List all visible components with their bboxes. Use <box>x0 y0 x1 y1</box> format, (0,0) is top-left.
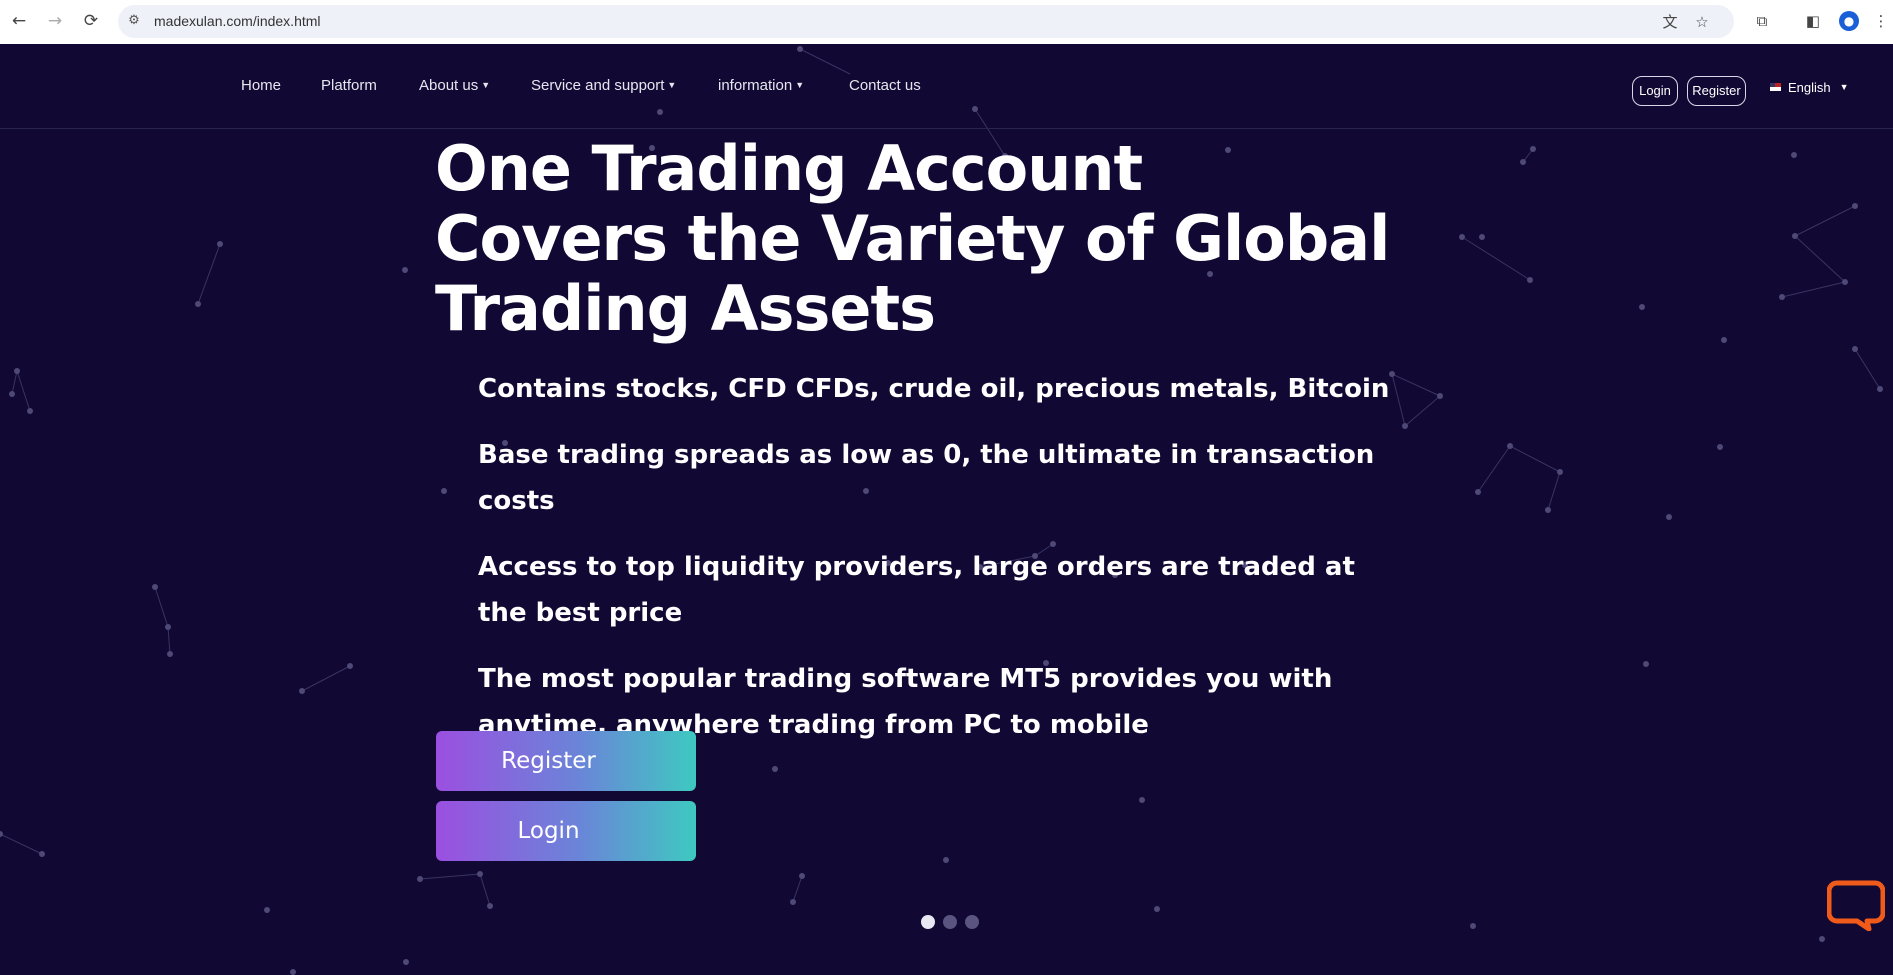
reload-icon[interactable]: ⟳ <box>80 10 102 32</box>
address-bar[interactable]: ⚙ madexulan.com/index.html 文 ☆ <box>118 5 1734 38</box>
header-login-button[interactable]: Login <box>1632 76 1678 106</box>
language-label: English <box>1788 80 1831 95</box>
chevron-down-icon: ▼ <box>1839 82 1849 92</box>
nav-service-support[interactable]: Service and support ▼ <box>531 77 676 94</box>
nav-information-label: information <box>718 77 793 94</box>
site-header: Home Platform About us ▼ Service and supp… <box>0 44 1893 129</box>
hero-title: One Trading Account Covers the Variety o… <box>435 132 1390 345</box>
url-text[interactable]: madexulan.com/index.html <box>154 5 321 38</box>
chevron-down-icon: ▼ <box>795 80 805 90</box>
hero-login-label: Login <box>517 818 580 844</box>
chevron-down-icon: ▼ <box>481 80 491 90</box>
browser-toolbar: ← → ⟳ ⚙ madexulan.com/index.html 文 ☆ ⧉ ◧… <box>0 0 1893 45</box>
side-panel-icon[interactable]: ◧ <box>1803 11 1823 31</box>
nav-about-us-label: About us <box>419 77 479 94</box>
hero-title-line: Covers the Variety of Global <box>435 202 1390 275</box>
hero-register-button[interactable]: Register <box>436 731 696 791</box>
us-flag-icon <box>1770 83 1781 91</box>
nav-contact-us[interactable]: Contact us <box>849 77 921 94</box>
translate-icon[interactable]: 文 <box>1660 12 1680 32</box>
bookmark-star-icon[interactable]: ☆ <box>1692 12 1712 32</box>
page: Home Platform About us ▼ Service and supp… <box>0 44 1893 975</box>
feature-item: Access to top liquidity providers, large… <box>478 552 1355 628</box>
live-chat-icon[interactable] <box>1827 879 1885 931</box>
nav-platform[interactable]: Platform <box>321 77 377 94</box>
nav-home-label: Home <box>241 77 282 94</box>
nav-about-us[interactable]: About us ▼ <box>419 77 490 94</box>
extensions-icon[interactable]: ⧉ <box>1752 11 1772 31</box>
carousel-dot[interactable] <box>921 915 935 929</box>
hero-title-line: Trading Assets <box>435 272 936 345</box>
chevron-down-icon: ▼ <box>667 80 677 90</box>
site-info-icon[interactable]: ⚙ <box>126 13 142 29</box>
hero-login-button[interactable]: Login <box>436 801 696 861</box>
nav-service-support-label: Service and support <box>531 77 665 94</box>
language-selector[interactable]: English ▼ <box>1770 80 1849 95</box>
nav-contact-us-label: Contact us <box>849 77 921 94</box>
forward-icon[interactable]: → <box>44 10 66 32</box>
profile-avatar-icon[interactable]: ● <box>1839 11 1859 31</box>
back-icon[interactable]: ← <box>8 10 30 32</box>
hero-register-label: Register <box>501 748 596 774</box>
carousel-dot[interactable] <box>943 915 957 929</box>
feature-item: Contains stocks, CFD CFDs, crude oil, pr… <box>478 374 1390 404</box>
nav-information[interactable]: information ▼ <box>718 77 804 94</box>
feature-item: Base trading spreads as low as 0, the ul… <box>478 440 1375 516</box>
menu-kebab-icon[interactable]: ⋮ <box>1871 11 1891 31</box>
carousel-dot[interactable] <box>965 915 979 929</box>
hero-title-line: One Trading Account <box>435 132 1143 205</box>
feature-list: Contains stocks, CFD CFDs, crude oil, pr… <box>478 366 1398 768</box>
nav-home[interactable]: Home <box>241 77 281 94</box>
nav-platform-label: Platform <box>321 77 377 94</box>
header-register-button[interactable]: Register <box>1687 76 1746 106</box>
